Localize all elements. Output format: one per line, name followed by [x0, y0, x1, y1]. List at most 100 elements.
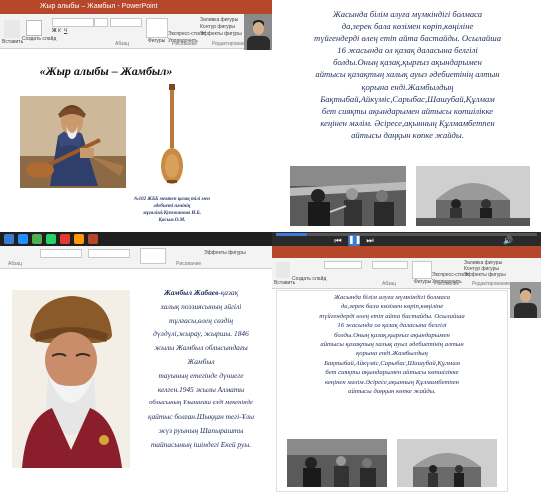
video-progress-fill: [276, 233, 308, 236]
volume-icon[interactable]: 🔊: [502, 236, 514, 246]
shapes-label: Фигуры: [414, 279, 432, 285]
window-title: Жыр алыбы – Жамбыл - PowerPoint: [40, 3, 158, 10]
text-line: айтысы қазақтың халық ауыз әдебиетінің а…: [320, 341, 464, 349]
caption-line: Қасым.О.М.: [158, 218, 186, 223]
drawing-group-label: Рисование: [434, 281, 460, 287]
editing-group-label: Редактирование: [472, 281, 511, 287]
paste-button[interactable]: [4, 20, 20, 38]
text-line: Жасында білім алуға мүмкіндігі болмаса: [333, 294, 451, 301]
jambyl-name: Жамбыл Жабаев: [163, 288, 219, 297]
text-line: кеңінен мәлім. Әсіресе,ақынның Құлмамбет…: [320, 117, 495, 128]
text-line: Бақтыбай,Айкүміс,Сарыбас,Шашубай,Құлмам: [320, 93, 495, 104]
caption-line: мұғалімі:Кутжанова И.Б.: [143, 211, 201, 216]
underline-icon[interactable]: Ч: [64, 28, 67, 34]
shape-effects-label[interactable]: Эффекты фигуры: [464, 272, 506, 278]
text-line: тауының етегінде дүниеге: [158, 370, 244, 380]
top-left-screenshot: Жыр алыбы – Жамбыл - PowerPoint Вставить…: [0, 0, 272, 246]
video-progress-bar[interactable]: [276, 233, 537, 236]
shapes-gallery[interactable]: [412, 261, 432, 279]
slide-title: «Жыр алыбы – Жамбыл»: [39, 64, 173, 78]
new-slide-label: Создать слайд: [22, 36, 57, 42]
shapes-gallery[interactable]: [140, 248, 166, 264]
shape-fill-label[interactable]: Заливка фигуры: [200, 17, 238, 23]
bottom-left-screenshot: Эффекты фигуры Абзац Рисование Жамбыл Жа…: [0, 246, 272, 492]
paragraph-box[interactable]: [88, 249, 130, 258]
play-pause-icon[interactable]: ❚❚: [348, 235, 361, 246]
text-line: түйгендерді өлең етіп айта бастайды. Осы…: [319, 312, 465, 320]
paragraph-group-label: Абзац: [382, 281, 397, 287]
font-size-box[interactable]: [94, 18, 108, 27]
shape-outline-label[interactable]: Контур фигуры: [200, 24, 235, 30]
text-line: 16 жасында ол қазақ даласына белгілі: [337, 322, 447, 330]
webcam-feed: [510, 282, 541, 318]
paragraph-group-label: Абзац: [8, 261, 23, 267]
font-name-box[interactable]: [40, 249, 82, 258]
font-name-box[interactable]: [52, 18, 94, 27]
drawing-group-label: Рисование: [172, 41, 198, 47]
ribbon: Вставить Создать слайд Фигуры Упорядочит…: [272, 258, 541, 289]
shape-effects-label[interactable]: Эффекты фигуры: [200, 31, 242, 37]
new-slide-button[interactable]: [26, 20, 42, 36]
taskbar-app-icon[interactable]: [18, 234, 28, 244]
text-line: тайпасының ішіндегі Екей руы.: [150, 439, 252, 449]
text-line: қайтыс болған.Шыққан тегі-Ұлы: [148, 412, 254, 422]
text-line: болды.Оның қазақ,қырғыз ақындарымен: [333, 57, 482, 68]
italic-icon[interactable]: К: [58, 28, 61, 34]
text-line: қорына енді.Жамбылдың: [356, 350, 428, 358]
font-name-box[interactable]: [324, 261, 362, 269]
taskbar-app-icon[interactable]: [46, 234, 56, 244]
powerpoint-titlebar: [272, 246, 541, 258]
paragraph-group-label: Абзац: [115, 41, 130, 47]
shapes-gallery[interactable]: [146, 18, 168, 38]
text-line: облысының Ұзынағаш елді мекенінде: [149, 399, 253, 407]
text-line: келген.1945 жылы Алматы: [157, 384, 245, 394]
text-line: бет сияқты ақындарымен айтысы көпшілікке: [321, 105, 494, 116]
text-line: Жасында білім алуға мүмкіндігі болмаса: [332, 9, 483, 19]
text-line: айтысы даңқын көпке жайды.: [351, 129, 464, 140]
shape-effects-label[interactable]: Эффекты фигуры: [204, 250, 246, 256]
text-line: халық поэзиясының әйгілі: [160, 301, 242, 311]
jambyl-portrait: [12, 290, 130, 468]
text-line: дүлдүлі,жырау, жыршы. 1846: [153, 329, 249, 339]
text-fragment: -қазақ: [218, 288, 239, 297]
skip-forward-icon[interactable]: ⏭: [364, 236, 376, 246]
text-line: Бақтыбай,Айкүміс,Сарыбас,Шашубай,Құлмам: [324, 359, 460, 367]
bw-photo-left: [290, 166, 406, 226]
taskbar-app-icon[interactable]: [74, 234, 84, 244]
dombra-image: [158, 84, 186, 188]
text-line: болды.Оның қазақ,қырғыз ақындарымен: [334, 331, 450, 339]
text-line: да,зерек бала көзімен көріп,көңіліне: [340, 303, 444, 311]
taskbar-app-icon[interactable]: [32, 234, 42, 244]
webcam-feed: [244, 14, 272, 50]
bw-photo-left: [287, 439, 387, 487]
jambyl-dombra-portrait: [20, 96, 126, 188]
windows-start-icon[interactable]: [4, 234, 14, 244]
text-line: түйгендерді өлең етіп айта бастайды. Осы…: [313, 33, 501, 44]
slide: Жасында білім алуға мүмкіндігі болмаса д…: [280, 6, 535, 228]
paste-button[interactable]: [276, 262, 290, 278]
paste-label: Вставить: [2, 39, 24, 45]
top-right-screenshot: Жасында білім алуға мүмкіндігі болмаса д…: [272, 0, 541, 246]
paragraph-box[interactable]: [372, 261, 408, 269]
text-line: қорына енді.Жамбылдың: [361, 81, 454, 92]
taskbar-app-icon[interactable]: [60, 234, 70, 244]
video-player-controls: ⏮ ❚❚ ⏭ 🔊: [272, 232, 541, 246]
caption-line: №102 ЖББ мектеп қазақ тілі мен: [134, 197, 210, 202]
powerpoint-titlebar: Жыр алыбы – Жамбыл - PowerPoint: [0, 0, 272, 14]
text-line: айтысы даңқын көпке жайды.: [348, 388, 436, 396]
slide-text: Жасында білім алуға мүмкіндігі болмаса д…: [280, 8, 535, 141]
bold-icon[interactable]: Ж: [52, 28, 57, 34]
slide: «Жыр алыбы – Жамбыл» №102 ЖББ мектеп қаз…: [6, 50, 268, 230]
text-line: Жамбыл: [187, 356, 215, 366]
skip-back-icon[interactable]: ⏮: [332, 236, 344, 246]
slide-caption: №102 ЖББ мектеп қазақ тілі мен әдебиеті …: [112, 196, 232, 224]
slide-text: Жасында білім алуға мүмкіндігі болмаса д…: [277, 293, 507, 396]
text-line: бет сияқты ақындарымен айтысы көпшілікке: [325, 369, 459, 377]
paragraph-box[interactable]: [110, 18, 142, 27]
bw-photo-right: [416, 166, 530, 226]
ribbon: Вставить Создать слайд Ж К Ч Фигуры Упор…: [0, 14, 272, 49]
powerpoint-taskbar-icon[interactable]: [88, 234, 98, 244]
text-line: тұлғасы,өлең сөздің: [168, 315, 234, 325]
text-line: кеңінен мәлім.Әсіресе,ақынның Құлмамбетп…: [325, 378, 459, 386]
text-line: айтысы қазақтың халық ауыз әдебиетінің а…: [315, 69, 500, 80]
